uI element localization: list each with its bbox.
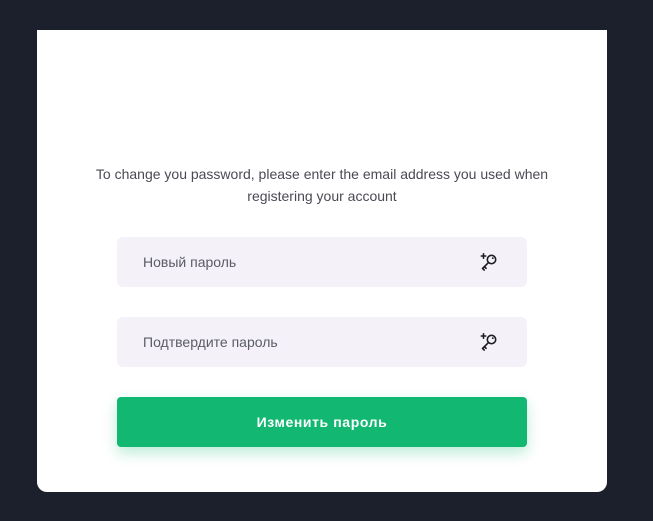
new-password-input[interactable] <box>117 237 527 287</box>
change-password-button[interactable]: Изменить пароль <box>117 397 527 447</box>
key-plus-icon[interactable] <box>479 252 499 272</box>
confirm-password-input[interactable] <box>117 317 527 367</box>
change-password-card: To change you password, please enter the… <box>37 30 607 492</box>
instruction-text: To change you password, please enter the… <box>95 166 549 204</box>
confirm-password-field[interactable] <box>117 317 527 367</box>
key-plus-icon[interactable] <box>479 332 499 352</box>
new-password-field[interactable] <box>117 237 527 287</box>
